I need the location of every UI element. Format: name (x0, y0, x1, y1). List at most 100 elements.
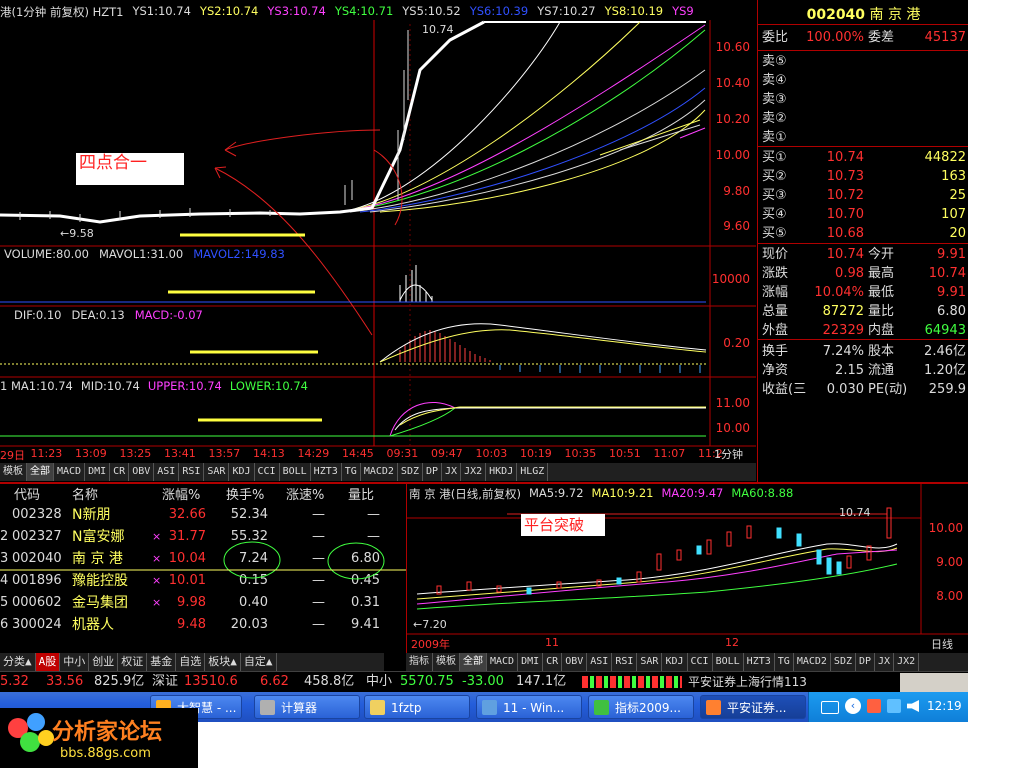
tab-17[interactable]: DP (856, 653, 876, 671)
tray-arrow-icon[interactable]: ‹ (845, 698, 861, 714)
taskbar-item[interactable]: 11 - Win... (476, 695, 582, 719)
col-code[interactable]: 代码 (14, 484, 40, 503)
tab-16[interactable]: DP (423, 463, 443, 481)
market-tab-1[interactable]: A股 (35, 653, 61, 671)
tab-12[interactable]: HZT3 (311, 463, 342, 481)
market-tab-7[interactable]: 板块▲ (205, 653, 241, 671)
clock: 12:19 (927, 699, 962, 713)
sz-index-label: 深证 (152, 674, 179, 689)
network-icon[interactable] (887, 699, 901, 713)
low-price-label: ←9.58 (60, 227, 94, 240)
volume-ratio: 0.31 (351, 595, 380, 610)
market-tab-2[interactable]: 中小 (60, 653, 90, 671)
taskbar-item[interactable]: 计算器 (254, 695, 360, 719)
col-volume-ratio[interactable]: 量比 (348, 484, 374, 503)
daily-kline-panel[interactable]: 南 京 港(日线,前复权) MA5:9.72 MA10:9.21 MA20:9.47 M… (406, 482, 968, 654)
tab-14[interactable]: TG (775, 653, 794, 671)
taskbar-item[interactable]: 指标2009... (588, 695, 694, 719)
sell-level-label: 卖③ (762, 92, 787, 107)
stock-code: 002328 (12, 507, 62, 522)
legend-item: YS8:10.19 (604, 4, 664, 18)
tab-4[interactable]: DMI (518, 653, 544, 671)
tab-5[interactable]: CR (543, 653, 563, 671)
tab-12[interactable]: BOLL (713, 653, 744, 671)
market-tab-0[interactable]: 分类▲ (0, 653, 36, 671)
tab-6[interactable]: OBV (562, 653, 588, 671)
boll-legend: 1 MA1:10.74 MID:10.74 UPPER:10.74 LOWER:10.… (0, 379, 308, 393)
tab-6[interactable]: ASI (154, 463, 180, 481)
tab-20[interactable]: HLGZ (517, 463, 549, 481)
period-label[interactable]: 1分钟 (714, 446, 743, 462)
stat-value: 2.15 (835, 363, 864, 378)
intraday-chart-panel[interactable]: 港(1分钟 前复权) HZT1 YS1:10.74 YS2:10.74 YS3:10.… (0, 0, 756, 462)
stat-label: 现价 (762, 247, 789, 262)
market-tab-5[interactable]: 基金 (147, 653, 177, 671)
security-icon[interactable] (867, 699, 881, 713)
taskbar-item[interactable]: 1fztp (364, 695, 470, 719)
market-tab-4[interactable]: 权证 (118, 653, 148, 671)
buy-level-label: 买⑤ (762, 226, 787, 241)
watchlist-row[interactable]: 6 300024 机器人 9.48 20.03 — 9.41 (0, 614, 406, 636)
daily-period-label[interactable]: 日线 (931, 636, 953, 652)
market-tab-3[interactable]: 创业 (89, 653, 119, 671)
taskbar-item[interactable]: 平安证券... (700, 695, 806, 719)
col-change[interactable]: 涨幅% (162, 484, 200, 503)
watchlist-row[interactable]: 3 002040 南 京 港 × 10.04 7.24 — 6.80 (0, 548, 406, 570)
time-tick: 10:35 (564, 447, 597, 460)
buy-level-row[interactable]: 买⑤ 10.68 20 (762, 224, 968, 243)
market-tab-6[interactable]: 自选 (176, 653, 206, 671)
tab-18[interactable]: JX2 (461, 463, 487, 481)
taskbar-item-label: 平安证券... (727, 701, 787, 715)
watchlist-row[interactable]: 002328 N新朋 32.66 52.34 — — (0, 504, 406, 526)
tab-19[interactable]: JX2 (894, 653, 920, 671)
tab-13[interactable]: HZT3 (744, 653, 775, 671)
buy-level-price: 10.74 (826, 150, 864, 165)
col-name[interactable]: 名称 (72, 484, 98, 503)
quote-stat-row: 收益(三 0.030 PE(动) 259.9 (762, 380, 968, 399)
tab-0[interactable]: 模板 (0, 463, 27, 481)
sz-index-change: 6.62 (260, 674, 289, 689)
tab-19[interactable]: HKDJ (486, 463, 518, 481)
col-turnover[interactable]: 换手% (226, 484, 264, 503)
tab-8[interactable]: SAR (204, 463, 230, 481)
tab-5[interactable]: OBV (129, 463, 155, 481)
tab-16[interactable]: SDZ (831, 653, 856, 671)
watchlist-row[interactable]: 4 001896 豫能控股 × 10.01 0.15 — 0.45 (0, 570, 406, 592)
tab-18[interactable]: JX (875, 653, 895, 671)
buy-level-row[interactable]: 买① 10.74 44822 (762, 148, 968, 167)
buy-level-row[interactable]: 买② 10.73 163 (762, 167, 968, 186)
tab-3[interactable]: DMI (85, 463, 111, 481)
tab-17[interactable]: JX (442, 463, 462, 481)
tab-10[interactable]: CCI (255, 463, 280, 481)
buy-level-row[interactable]: 买④ 10.70 107 (762, 205, 968, 224)
buy-level-row[interactable]: 买③ 10.72 25 (762, 186, 968, 205)
stat-value: 10.04% (814, 285, 864, 300)
col-speed[interactable]: 涨速% (286, 484, 324, 503)
tab-9[interactable]: SAR (637, 653, 663, 671)
tab-8[interactable]: RSI (612, 653, 638, 671)
watchlist-row[interactable]: 2 002327 N富安娜 × 31.77 55.32 — — (0, 526, 406, 548)
tab-15[interactable]: MACD2 (794, 653, 831, 671)
tab-7[interactable]: RSI (179, 463, 205, 481)
tab-11[interactable]: CCI (688, 653, 713, 671)
tab-15[interactable]: SDZ (398, 463, 423, 481)
watch-mark-icon: × (152, 530, 162, 543)
tab-7[interactable]: ASI (587, 653, 613, 671)
tab-11[interactable]: BOLL (280, 463, 311, 481)
tab-10[interactable]: KDJ (662, 653, 688, 671)
tab-14[interactable]: MACD2 (361, 463, 398, 481)
tab-13[interactable]: TG (342, 463, 361, 481)
keyboard-icon[interactable] (821, 701, 839, 714)
market-tab-8[interactable]: 自定▲ (241, 653, 277, 671)
tab-9[interactable]: KDJ (229, 463, 255, 481)
volume-icon[interactable] (907, 700, 919, 712)
tab-2[interactable]: MACD (54, 463, 86, 481)
tab-2[interactable]: 全部 (460, 653, 487, 671)
tab-1[interactable]: 全部 (27, 463, 54, 481)
tab-4[interactable]: CR (110, 463, 130, 481)
trading-app-window: 港(1分钟 前复权) HZT1 YS1:10.74 YS2:10.74 YS3:10.… (0, 0, 968, 722)
tab-1[interactable]: 模板 (433, 653, 460, 671)
watchlist-row[interactable]: 5 000602 金马集团 × 9.98 0.40 — 0.31 (0, 592, 406, 614)
tab-0[interactable]: 指标 (406, 653, 433, 671)
tab-3[interactable]: MACD (487, 653, 519, 671)
